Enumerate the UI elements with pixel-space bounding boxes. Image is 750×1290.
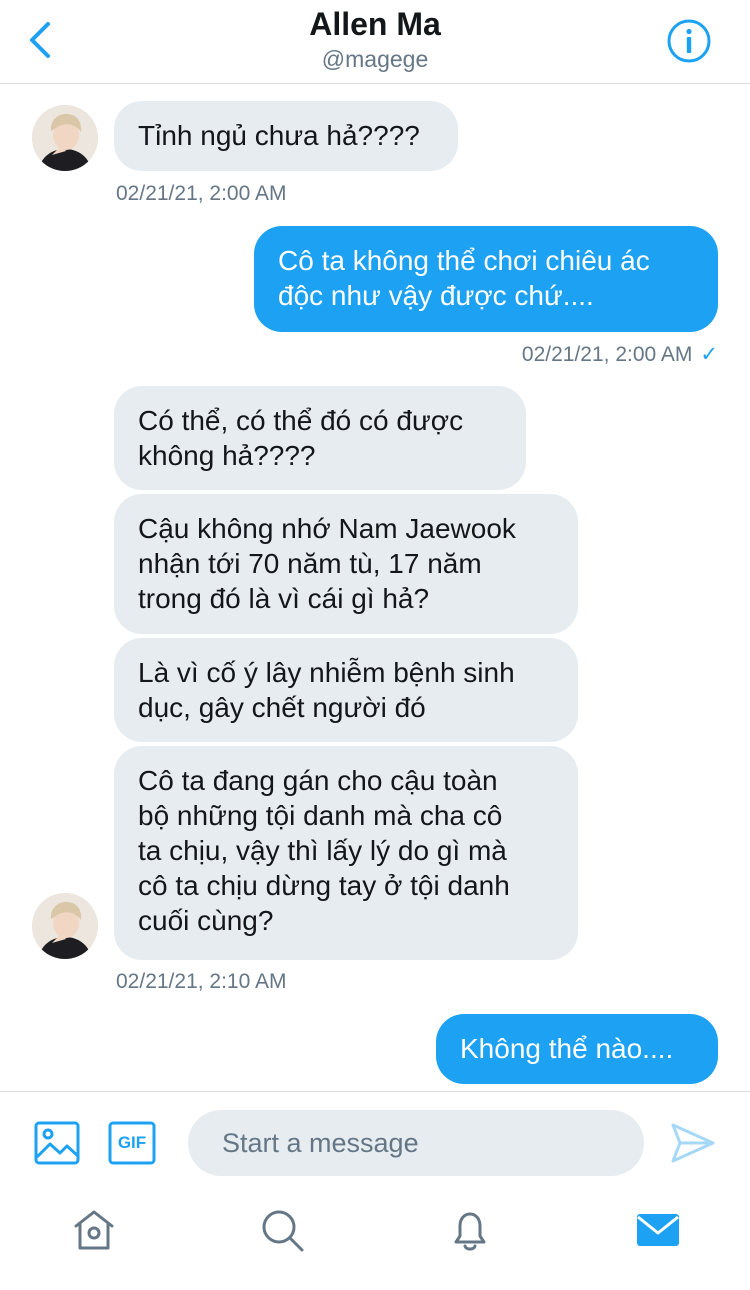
message-text-line: nhận tới 70 năm tù, 17 năm	[138, 548, 482, 579]
search-icon	[262, 1210, 304, 1252]
message-text: Tỉnh ngủ chưa hả????	[138, 120, 420, 151]
bell-icon	[454, 1212, 486, 1251]
timestamp-text: 02/21/21, 2:00 AM	[521, 343, 693, 366]
avatar[interactable]	[32, 893, 98, 959]
message-text-line: Cậu không nhớ Nam Jaewook	[138, 513, 516, 544]
conversation-header: Allen Ma @magege	[0, 0, 750, 84]
message-text-line: không hả????	[138, 440, 316, 471]
add-image-button[interactable]	[34, 1121, 80, 1165]
message-text-line: trong đó là vì cái gì hả?	[138, 583, 430, 614]
mail-icon	[637, 1214, 679, 1246]
tab-messages[interactable]	[634, 1206, 682, 1254]
read-check-icon: ✓	[700, 343, 718, 366]
add-gif-button[interactable]: GIF	[108, 1121, 156, 1165]
message-text-line: độc như vậy được chứ....	[278, 280, 594, 311]
message-text-line: cuối cùng?	[138, 905, 274, 936]
message-composer: GIF	[0, 1091, 750, 1191]
message-text-line: ta chịu, vậy thì lấy lý do gì mà	[138, 835, 507, 866]
info-icon	[667, 19, 711, 63]
avatar-photo	[32, 105, 98, 171]
send-icon	[671, 1123, 715, 1163]
message-text-line: cô ta chịu dừng tay ở tội danh	[138, 870, 510, 901]
message-list[interactable]: Tỉnh ngủ chưa hả???? 02/21/21, 2:00 AM C…	[0, 85, 750, 1090]
message-text-line: dục, gây chết người đó	[138, 692, 426, 723]
send-button[interactable]	[670, 1122, 716, 1164]
home-icon	[74, 1210, 114, 1250]
message-bubble-incoming[interactable]: Cô ta đang gán cho cậu toàn bộ những tội…	[114, 746, 578, 960]
message-bubble-incoming[interactable]: Có thể, có thể đó có được không hả????	[114, 386, 526, 490]
message-text-line: Cô ta đang gán cho cậu toàn	[138, 765, 498, 796]
conversation-handle[interactable]: @magege	[0, 46, 750, 73]
message-timestamp: 02/21/21, 2:00 AM ✓	[522, 342, 718, 367]
message-text-line: Cô ta không thể chơi chiêu ác	[278, 245, 650, 276]
tab-notifications[interactable]	[446, 1206, 494, 1254]
avatar[interactable]	[32, 105, 98, 171]
tab-search[interactable]	[258, 1206, 306, 1254]
image-icon	[34, 1121, 80, 1165]
message-text-line: Là vì cố ý lây nhiễm bệnh sinh	[138, 657, 515, 688]
gif-label: GIF	[117, 1133, 147, 1152]
message-timestamp: 02/21/21, 2:10 AM	[116, 970, 287, 993]
message-bubble-incoming[interactable]: Cậu không nhớ Nam Jaewook nhận tới 70 nă…	[114, 494, 578, 634]
message-bubble-outgoing[interactable]: Không thể nào....	[436, 1014, 718, 1084]
message-text-line: bộ những tội danh mà cha cô	[138, 800, 503, 831]
message-input[interactable]	[188, 1110, 644, 1176]
message-text-line: Có thể, có thể đó có được	[138, 405, 464, 436]
avatar-photo	[32, 893, 98, 959]
message-bubble-outgoing[interactable]: Cô ta không thể chơi chiêu ác độc như vậ…	[254, 226, 718, 332]
message-bubble-incoming[interactable]: Tỉnh ngủ chưa hả????	[114, 101, 458, 171]
bottom-tab-bar	[0, 1192, 750, 1290]
info-button[interactable]	[666, 18, 712, 64]
message-text: Không thể nào....	[460, 1033, 674, 1064]
tab-home[interactable]	[70, 1206, 118, 1254]
message-timestamp: 02/21/21, 2:00 AM	[116, 182, 287, 205]
message-bubble-incoming[interactable]: Là vì cố ý lây nhiễm bệnh sinh dục, gây …	[114, 638, 578, 742]
conversation-name[interactable]: Allen Ma	[0, 6, 750, 43]
